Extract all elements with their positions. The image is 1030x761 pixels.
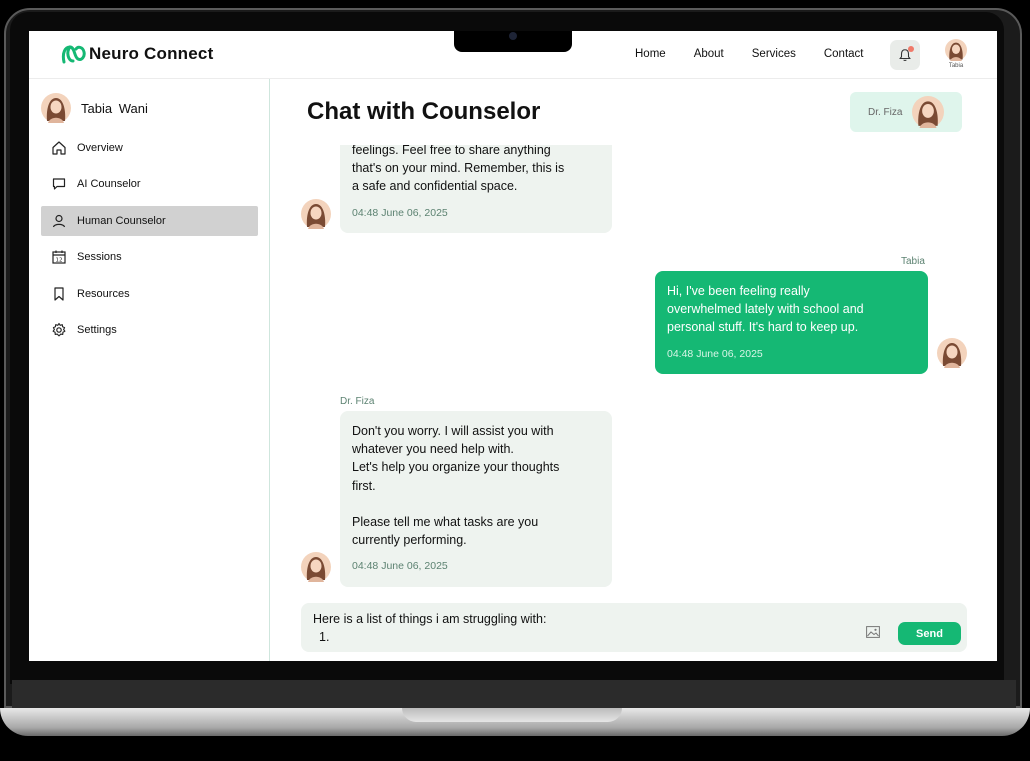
sidebar-item-settings[interactable]: Settings (41, 315, 258, 345)
counselor-badge[interactable]: Dr. Fiza (850, 92, 962, 132)
message-line: that's on your mind. Remember, this is (352, 161, 565, 176)
sidebar: Tabia Wani Overview AI Counselor Human C… (29, 79, 270, 661)
nav-contact[interactable]: Contact (824, 48, 864, 60)
counselor-avatar (912, 96, 944, 128)
page-title: Chat with Counselor (307, 98, 541, 125)
home-icon (52, 141, 66, 155)
camera-notch (454, 31, 572, 52)
message-line: personal stuff. It's hard to keep up. (667, 320, 859, 335)
message-line: Hi, I've been feeling really (667, 284, 810, 298)
message-line: currently performing. (352, 533, 467, 548)
counselor-name: Dr. Fiza (868, 107, 903, 118)
camera-icon (509, 32, 517, 40)
message-line: a safe and confidential space. (352, 179, 518, 194)
profile-name: Tabia (948, 63, 964, 69)
message-line: Let's help you organize your thoughts (352, 460, 560, 475)
bookmark-icon (54, 286, 64, 301)
laptop-hinge (12, 680, 1016, 708)
avatar (41, 93, 71, 123)
message-sender: Dr. Fiza (340, 396, 375, 407)
brand-name: Neuro Connect (89, 44, 214, 63)
message-bubble: Don't you worry. I will assist you with … (340, 411, 612, 587)
user-name: Tabia Wani (81, 100, 148, 116)
message-bubble: feelings. Feel free to share anything th… (340, 145, 612, 233)
nav-home[interactable]: Home (635, 48, 666, 60)
svg-text:12: 12 (56, 258, 63, 264)
message-line: overwhelmed lately with school and (667, 302, 864, 317)
main-nav: Home About Services Contact (635, 48, 892, 60)
message-line: whatever you need help with. (352, 442, 514, 457)
image-icon[interactable] (866, 626, 880, 638)
nav-about[interactable]: About (694, 48, 724, 60)
sidebar-item-label: AI Counselor (77, 178, 141, 191)
sidebar-item-label: Settings (77, 323, 117, 336)
input-line: 1. (319, 630, 330, 644)
message-input[interactable]: Here is a list of things i am struggling… (301, 603, 967, 652)
message-line: Don't you worry. I will assist you with (352, 424, 554, 438)
input-line: Here is a list of things i am struggling… (313, 612, 547, 626)
user-icon (52, 214, 66, 228)
message-list: feelings. Feel free to share anything th… (271, 145, 997, 595)
calendar-icon: 12 (52, 250, 66, 264)
sidebar-item-label: Sessions (77, 251, 122, 264)
sidebar-item-ai-counselor[interactable]: AI Counselor (41, 169, 258, 199)
message-time: 04:48 June 06, 2025 (667, 347, 763, 360)
message-time: 04:48 June 06, 2025 (352, 560, 448, 573)
logo-icon (61, 45, 86, 64)
message-time: 04:48 June 06, 2025 (352, 206, 448, 219)
counselor-avatar (301, 199, 331, 229)
notification-badge (908, 46, 914, 52)
message-line: first. (352, 478, 376, 493)
sidebar-item-label: Human Counselor (77, 214, 166, 227)
sidebar-item-human-counselor[interactable]: Human Counselor (41, 205, 258, 236)
message-line: feelings. Feel free to share anything (352, 145, 551, 157)
chat-panel: Chat with Counselor Dr. Fiza feelings. F… (271, 79, 997, 661)
sidebar-user: Tabia Wani (41, 93, 148, 123)
sidebar-item-label: Resources (77, 287, 130, 300)
profile-avatar[interactable] (945, 39, 967, 61)
sidebar-item-label: Overview (77, 142, 123, 154)
message-line: Please tell me what tasks are you (352, 515, 539, 529)
sidebar-item-overview[interactable]: Overview (41, 133, 258, 163)
gear-icon (52, 322, 66, 337)
sidebar-item-resources[interactable]: Resources (41, 279, 258, 309)
notifications-button[interactable] (890, 40, 920, 70)
sidebar-item-sessions[interactable]: 12 Sessions (41, 242, 258, 272)
user-avatar (937, 338, 967, 368)
chat-icon (52, 178, 66, 190)
counselor-avatar (301, 552, 331, 582)
nav-services[interactable]: Services (752, 48, 796, 60)
message-bubble-user: Hi, I've been feeling really overwhelmed… (655, 271, 928, 374)
sidebar-menu: Overview AI Counselor Human Counselor 12… (41, 133, 258, 351)
app-screen: Neuro Connect Home About Services Contac… (29, 31, 997, 661)
send-button[interactable]: Send (898, 622, 961, 645)
brand-logo[interactable]: Neuro Connect (61, 43, 213, 65)
laptop-base-groove (402, 708, 622, 722)
message-sender: Tabia (901, 256, 925, 267)
